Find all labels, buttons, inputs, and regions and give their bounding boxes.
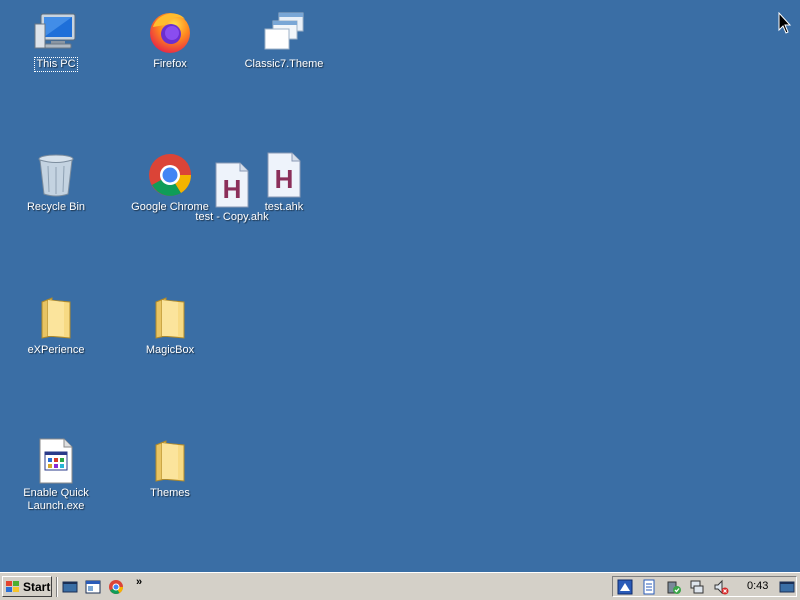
desktop-icon-classic7-theme[interactable]: Classic7.Theme: [234, 2, 334, 84]
desktop-icon-experience[interactable]: eXPerience: [6, 288, 106, 370]
network-icon[interactable]: [689, 579, 705, 595]
exe-icon: [32, 437, 80, 485]
clock[interactable]: 0:43: [747, 580, 768, 592]
svg-text:H: H: [223, 174, 242, 204]
taskbar: Start » 0:43: [0, 572, 800, 600]
firefox-icon: [146, 8, 194, 56]
icon-label: Themes: [150, 487, 190, 499]
desktop-icon-this-pc[interactable]: This PC: [6, 2, 106, 84]
chrome-icon[interactable]: [108, 579, 124, 595]
desktop-icon-test-copy-ahk[interactable]: H test - Copy.ahk: [182, 155, 282, 237]
quick-launch-separator: [56, 577, 58, 597]
desktop-icon-recycle-bin[interactable]: Recycle Bin: [6, 145, 106, 227]
folder-icon: [146, 437, 194, 485]
quick-launch-overflow-button[interactable]: »: [136, 576, 142, 588]
volume-muted-icon[interactable]: [713, 579, 729, 595]
document-icon[interactable]: [641, 579, 657, 595]
icon-label: MagicBox: [145, 344, 195, 356]
icon-label: Recycle Bin: [26, 201, 86, 213]
theme-file-icon: [260, 8, 308, 56]
windows-flag-icon: [6, 580, 19, 592]
icon-label: eXPerience: [27, 344, 85, 356]
folder-icon: [146, 294, 194, 342]
icon-label: This PC: [34, 57, 78, 72]
icon-label: Firefox: [153, 58, 187, 70]
icon-label: test - Copy.ahk: [195, 211, 269, 223]
desktop[interactable]: This PC Firefox Classic7.Theme Recycle B…: [0, 0, 800, 572]
desktop-icon-enable-quick-launch[interactable]: Enable Quick Launch.exe: [6, 431, 106, 513]
computer-icon: [32, 8, 80, 56]
mouse-cursor-icon: [778, 12, 792, 34]
folder-icon: [32, 294, 80, 342]
explorer-icon[interactable]: [85, 579, 101, 595]
desktop-icon-themes[interactable]: Themes: [120, 431, 220, 513]
show-desktop-icon[interactable]: [779, 579, 795, 595]
recycle-bin-icon: [32, 151, 80, 199]
icon-label: Enable Quick Launch.exe: [23, 487, 89, 512]
desktop-icon-magicbox[interactable]: MagicBox: [120, 288, 220, 370]
show-desktop-icon[interactable]: [62, 579, 78, 595]
system-tray: 0:43: [612, 576, 797, 597]
start-button[interactable]: Start: [2, 576, 52, 597]
media-icon[interactable]: [617, 579, 633, 595]
icon-label: Classic7.Theme: [244, 58, 324, 70]
start-label: Start: [23, 579, 51, 594]
desktop-icon-firefox[interactable]: Firefox: [120, 2, 220, 84]
ahk-script-icon: H: [208, 161, 256, 209]
power-icon[interactable]: [665, 579, 681, 595]
